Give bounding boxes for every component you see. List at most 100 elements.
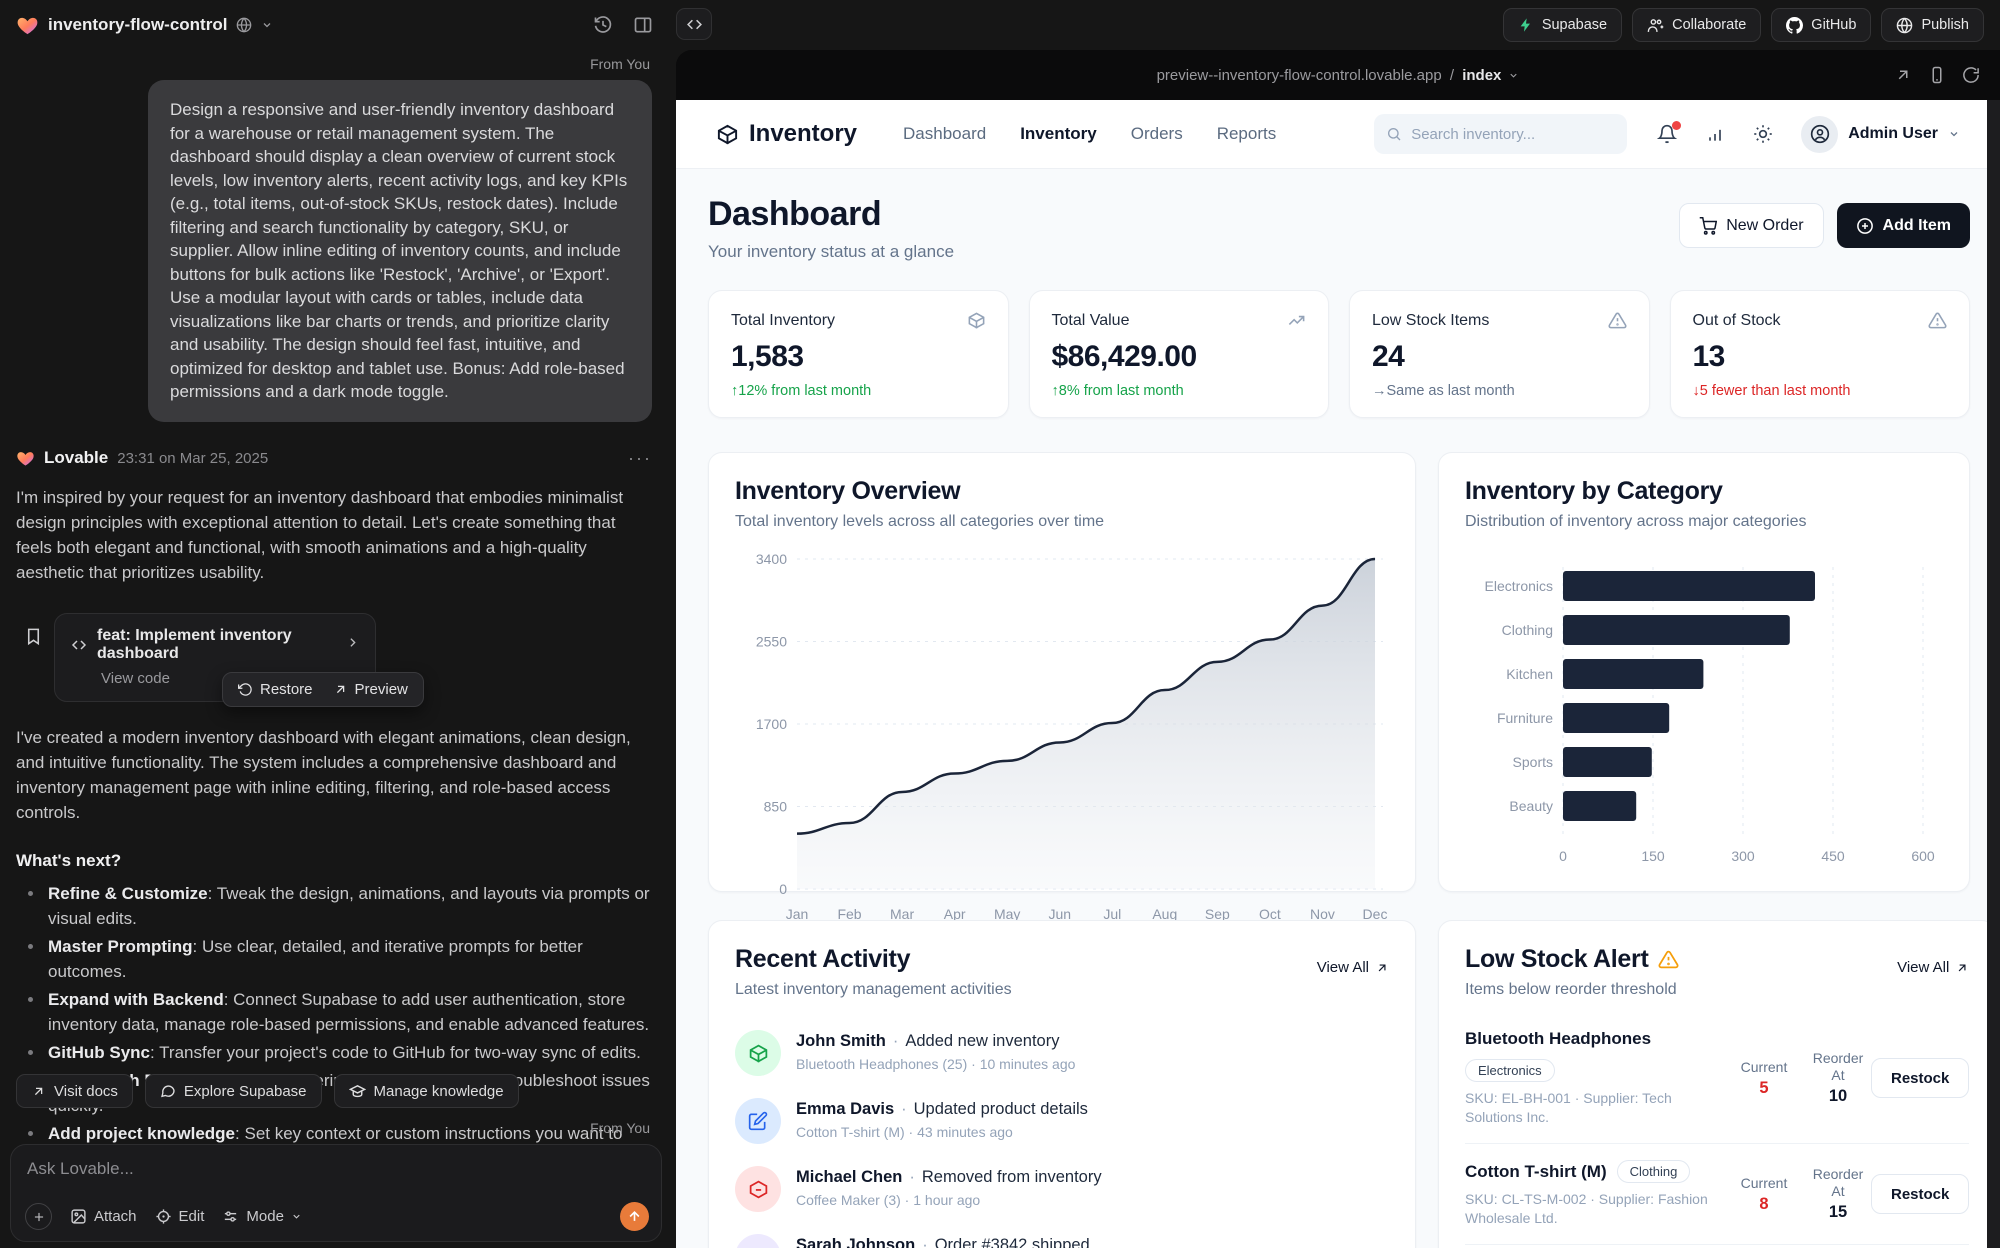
bookmark-icon[interactable]	[24, 627, 43, 651]
chat-bubble-icon	[160, 1083, 176, 1099]
restock-button[interactable]: Restock	[1871, 1174, 1969, 1214]
new-order-button[interactable]: New Order	[1679, 203, 1823, 248]
chevron-down-icon	[261, 19, 273, 31]
package-minus-icon	[735, 1166, 781, 1212]
inventory-overview-card: Inventory Overview Total inventory level…	[708, 452, 1416, 892]
github-button[interactable]: GitHub	[1771, 8, 1871, 42]
chevron-down-icon	[1508, 70, 1519, 81]
section-subtitle: Latest inventory management activities	[735, 981, 1012, 999]
visit-docs-button[interactable]: Visit docs	[16, 1074, 133, 1108]
publish-globe-icon	[1896, 17, 1913, 34]
category-badge: Clothing	[1617, 1160, 1691, 1183]
recent-activity-card: Recent Activity Latest inventory managem…	[708, 920, 1416, 1248]
svg-text:Sports: Sports	[1513, 754, 1553, 770]
edit-pencil-icon	[735, 1098, 781, 1144]
add-button[interactable]	[25, 1203, 52, 1230]
chart-subtitle: Total inventory levels across all catego…	[735, 513, 1389, 531]
inventory-overview-line-chart: 0850170025503400JanFebMarAprMayJunJulAug…	[735, 545, 1391, 937]
image-icon	[70, 1208, 87, 1225]
app-brand[interactable]: Inventory	[716, 120, 857, 148]
supabase-button[interactable]: Supabase	[1503, 8, 1622, 42]
view-all-link[interactable]: View All	[1317, 945, 1389, 976]
preview-url[interactable]: preview--inventory-flow-control.lovable.…	[676, 67, 2000, 84]
send-button[interactable]	[620, 1202, 649, 1231]
restock-button[interactable]: Restock	[1871, 1058, 1969, 1098]
from-you-label: From You	[590, 1120, 650, 1136]
refresh-icon[interactable]	[1962, 66, 1980, 84]
low-stock-row: Bluetooth HeadphonesElectronics SKU: EL-…	[1465, 1013, 1969, 1144]
kpi-card-out-of-stock: Out of Stock 13 ↓5 fewer than last month	[1670, 290, 1971, 418]
code-view-toggle-button[interactable]	[676, 8, 712, 40]
explore-supabase-button[interactable]: Explore Supabase	[145, 1074, 322, 1108]
restore-icon	[238, 682, 253, 697]
svg-text:300: 300	[1731, 848, 1755, 864]
history-icon[interactable]	[588, 11, 618, 39]
svg-text:0: 0	[1559, 848, 1567, 864]
nav-link-reports[interactable]: Reports	[1217, 124, 1277, 144]
svg-text:Furniture: Furniture	[1497, 710, 1553, 726]
nav-link-orders[interactable]: Orders	[1131, 124, 1183, 144]
nav-link-dashboard[interactable]: Dashboard	[903, 124, 986, 144]
trending-up-icon	[1287, 311, 1306, 330]
section-subtitle: Items below reorder threshold	[1465, 981, 1679, 999]
search-input[interactable]	[1411, 126, 1615, 143]
arrow-up-right-icon	[333, 682, 348, 697]
activity-row: Sarah Johnson·Order #3842 shipped Desk L…	[735, 1223, 1389, 1248]
add-item-button[interactable]: Add Item	[1837, 203, 1970, 248]
restore-button[interactable]: Restore	[238, 681, 313, 698]
activity-row: Michael Chen·Removed from inventory Coff…	[735, 1155, 1389, 1223]
collaborate-button[interactable]: Collaborate	[1632, 8, 1761, 42]
theme-toggle-sun-icon[interactable]	[1753, 124, 1773, 144]
activity-row: John Smith·Added new inventory Bluetooth…	[735, 1019, 1389, 1087]
arrow-up-right-icon	[1955, 961, 1969, 975]
open-external-icon[interactable]	[1894, 66, 1912, 84]
user-menu[interactable]: Admin User	[1801, 116, 1960, 153]
preview-button[interactable]: Preview	[333, 681, 408, 698]
preview-scrollbar-track[interactable]	[1987, 100, 2000, 1248]
from-you-label: From You	[0, 56, 650, 72]
kpi-row: Total Inventory 1,583 ↑12% from last mon…	[708, 290, 1970, 418]
code-icon	[71, 637, 87, 653]
assistant-name: Lovable	[44, 448, 108, 468]
inventory-by-category-card: Inventory by Category Distribution of in…	[1438, 452, 1970, 892]
notifications-bell-icon[interactable]	[1657, 124, 1677, 144]
mode-button[interactable]: Mode	[222, 1208, 302, 1225]
analytics-icon[interactable]	[1705, 124, 1725, 144]
chevron-down-icon	[1948, 128, 1960, 140]
page-title: Dashboard	[708, 195, 954, 234]
attach-button[interactable]: Attach	[70, 1208, 137, 1225]
page-subtitle: Your inventory status at a glance	[708, 242, 954, 262]
commit-title: feat: Implement inventory dashboard	[97, 627, 336, 663]
assistant-summary: I've created a modern inventory dashboar…	[16, 725, 652, 825]
user-message: Design a responsive and user-friendly in…	[148, 80, 652, 422]
svg-text:Kitchen: Kitchen	[1506, 666, 1553, 682]
project-menu[interactable]: inventory-flow-control	[16, 0, 273, 50]
section-title: Low Stock Alert	[1465, 945, 1649, 974]
chat-input[interactable]	[27, 1159, 645, 1193]
nav-link-inventory[interactable]: Inventory	[1020, 124, 1097, 144]
search-icon	[1386, 126, 1402, 142]
topbar-actions: Supabase Collaborate GitHub Publish	[1503, 8, 1984, 42]
edit-button[interactable]: Edit	[155, 1208, 205, 1225]
svg-text:450: 450	[1821, 848, 1845, 864]
plus-circle-icon	[1856, 217, 1874, 235]
publish-button[interactable]: Publish	[1881, 8, 1984, 42]
view-all-link[interactable]: View All	[1897, 945, 1969, 976]
cart-icon	[1699, 217, 1717, 235]
svg-text:Clothing: Clothing	[1502, 622, 1553, 638]
manage-knowledge-button[interactable]: Manage knowledge	[334, 1074, 519, 1108]
section-title: Recent Activity	[735, 945, 1012, 974]
sidebar-toggle-icon[interactable]	[628, 11, 658, 39]
preview-panel: preview--inventory-flow-control.lovable.…	[676, 50, 2000, 1248]
whats-next-heading: What's next?	[16, 851, 652, 871]
svg-text:1700: 1700	[756, 716, 787, 732]
mobile-view-icon[interactable]	[1928, 66, 1946, 84]
message-menu-icon[interactable]: ···	[628, 448, 652, 469]
alert-triangle-icon	[1608, 311, 1627, 330]
builder-topbar: inventory-flow-control Supabase Collab	[0, 0, 2000, 50]
alert-triangle-icon	[1928, 311, 1947, 330]
arrow-up-right-icon	[31, 1084, 46, 1099]
kpi-card-total-value: Total Value $86,429.00 ↑8% from last mon…	[1029, 290, 1330, 418]
chart-title: Inventory by Category	[1465, 477, 1943, 506]
category-badge: Electronics	[1465, 1059, 1555, 1082]
